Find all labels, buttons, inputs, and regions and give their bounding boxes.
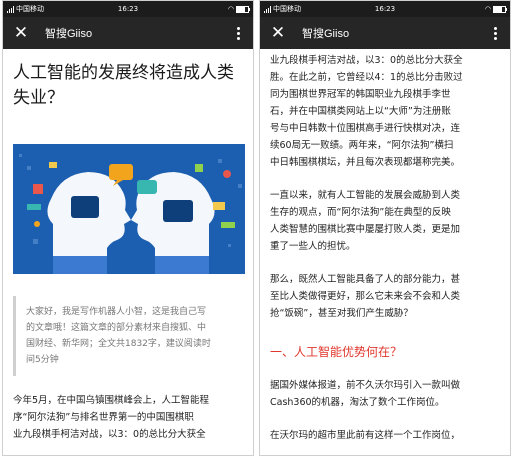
nav-bar: ✕ 智搜Giiso: [3, 17, 253, 49]
paragraph-line: 一直以来，就有人工智能的发展会威胁到人类: [270, 190, 461, 201]
paragraph-line: 人类智慧的围棋比赛中屡屡打败人类，更是加: [270, 224, 461, 235]
close-icon[interactable]: ✕: [11, 24, 31, 42]
intro-quote: 大家好，我是写作机器人小智，这是我自己写 的文章哦！这篇文章的部分素材来自搜狐、…: [13, 296, 243, 376]
paragraph-line: 业九段棋手柯洁对战，以3：0的总比分大获全: [270, 55, 463, 66]
more-vertical-icon[interactable]: [488, 26, 502, 40]
hero-illustration: [13, 144, 245, 274]
nav-title: 智搜Giiso: [302, 28, 350, 40]
article-title: 人工智能的发展终将造成人类 失业？: [13, 61, 243, 111]
paragraph-line: 抢“饭碗”，甚至对我们产生威胁？: [270, 308, 413, 319]
paragraph-line: 今年5月，在中国乌镇围棋峰会上，人工智能程: [13, 395, 210, 406]
status-bar: 中国移动 16:23 ◠: [260, 1, 510, 17]
section-heading: 一、人工智能优势何在？: [270, 345, 403, 359]
paragraph-line: 序“阿尔法狗”与排名世界第一的中国围棋职: [13, 412, 194, 423]
paragraph-line: 续60局无一败绩。两年来，“阿尔法狗”横扫: [270, 140, 454, 151]
more-vertical-icon[interactable]: [231, 26, 245, 40]
paragraph-line: 同为围棋世界冠军的韩国职业九段棋手李世: [270, 89, 451, 100]
right-phone-screen: 中国移动 16:23 ◠ ✕ 智搜Giiso 业九段棋手柯洁对战，以3：0的总比…: [259, 0, 511, 456]
paragraph-line: 在沃尔玛的超市里此前有这样一个工作岗位，: [270, 430, 461, 441]
paragraph-line: 中日韩围棋棋坛，并且每次表现都堪称完美。: [270, 157, 461, 168]
battery-icon: [236, 5, 250, 13]
status-time: 16:23: [117, 5, 139, 13]
title-line: 失业？: [13, 88, 64, 108]
paragraph-line: 号与中日韩数十位围棋高手进行快棋对决，连: [270, 123, 461, 134]
status-time: 16:23: [374, 5, 396, 13]
quote-line: 的文章哦！这篇文章的部分素材来自搜狐、中: [26, 323, 207, 333]
paragraph-line: 据国外媒体报道，前不久沃尔玛引入一款叫做: [270, 380, 461, 391]
title-line: 人工智能的发展终将造成人类: [13, 63, 234, 83]
article-paragraph: 一直以来，就有人工智能的发展会威胁到人类 生存的观点，而“阿尔法狗”能在典型的反…: [270, 187, 500, 255]
battery-icon: [493, 5, 507, 13]
article-paragraph: 今年5月，在中国乌镇围棋峰会上，人工智能程 序“阿尔法狗”与排名世界第一的中国围…: [13, 392, 243, 443]
nav-title: 智搜Giiso: [45, 28, 93, 40]
left-phone-screen: 中国移动 16:23 ◠ ✕ 智搜Giiso 人工智能的发展终将造成人类 失业？: [2, 0, 254, 456]
article-content: 人工智能的发展终将造成人类 失业？ 大家好，我是写作机器人小智，这是我自己写 的…: [3, 61, 253, 443]
article-paragraph: 据国外媒体报道，前不久沃尔玛引入一款叫做 Cash360的机器，淘汰了数个工作岗…: [270, 377, 500, 411]
paragraph-line: Cash360的机器，淘汰了数个工作岗位。: [270, 397, 445, 408]
paragraph-line: 业九段棋手柯洁对战，以3：0的总比分大获全: [13, 429, 206, 440]
paragraph-line: 至比人类做得更好，那么它未来会不会和人类: [270, 291, 461, 302]
article-paragraph: 那么，既然人工智能具备了人的部分能力，甚 至比人类做得更好，那么它未来会不会和人…: [270, 271, 500, 322]
article-content-continued: 业九段棋手柯洁对战，以3：0的总比分大获全 胜。在此之前，它曾经以4：1的总比分…: [260, 52, 510, 444]
paragraph-line: 胜。在此之前，它曾经以4：1的总比分击败过: [270, 72, 463, 83]
quote-line: 国财经、新华网；全文共1832字，建议阅读时: [26, 339, 211, 349]
paragraph-line: 石，并在中国棋类网站上以“大师”为注册账: [270, 106, 451, 117]
quote-line: 大家好，我是写作机器人小智，这是我自己写: [26, 307, 207, 317]
close-icon[interactable]: ✕: [268, 24, 288, 42]
quote-line: 间5分钟: [26, 355, 59, 365]
nav-bar: ✕ 智搜Giiso: [260, 17, 510, 49]
paragraph-line: 那么，既然人工智能具备了人的部分能力，甚: [270, 274, 461, 285]
article-paragraph: 业九段棋手柯洁对战，以3：0的总比分大获全 胜。在此之前，它曾经以4：1的总比分…: [270, 52, 500, 171]
article-paragraph: 在沃尔玛的超市里此前有这样一个工作岗位，: [270, 427, 500, 444]
status-bar: 中国移动 16:23 ◠: [3, 1, 253, 17]
paragraph-line: 生存的观点，而“阿尔法狗”能在典型的反映: [270, 207, 451, 218]
paragraph-line: 重了一些人的担忧。: [270, 241, 356, 252]
